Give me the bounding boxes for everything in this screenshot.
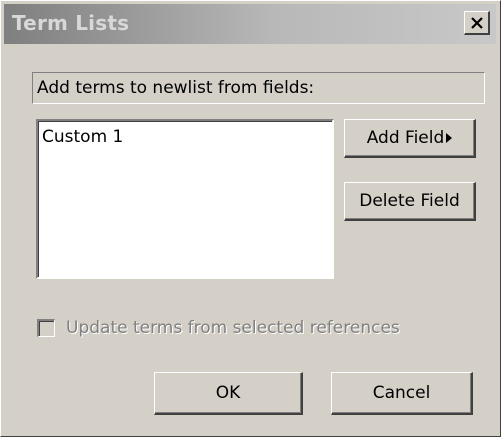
list-item[interactable]: Custom 1 <box>38 121 332 147</box>
update-terms-option[interactable]: Update terms from selected references <box>37 317 400 339</box>
update-terms-checkbox[interactable] <box>37 319 55 337</box>
add-field-label: Add Field <box>366 128 445 148</box>
triangle-right-icon <box>446 133 453 143</box>
add-field-button[interactable]: Add Field <box>344 119 476 158</box>
ok-button[interactable]: OK <box>154 372 303 415</box>
close-icon <box>470 16 483 29</box>
dialog-title: Term Lists <box>12 11 130 35</box>
cancel-button[interactable]: Cancel <box>331 372 473 415</box>
title-bar[interactable]: Term Lists <box>4 4 496 44</box>
delete-field-button[interactable]: Delete Field <box>344 182 476 221</box>
update-terms-label: Update terms from selected references <box>66 318 400 338</box>
close-button[interactable] <box>464 11 490 35</box>
fields-instruction-label: Add terms to newlist from fields: <box>32 72 485 104</box>
term-lists-dialog: Term Lists Add terms to newlist from fie… <box>0 0 501 437</box>
fields-listbox[interactable]: Custom 1 <box>36 119 334 279</box>
